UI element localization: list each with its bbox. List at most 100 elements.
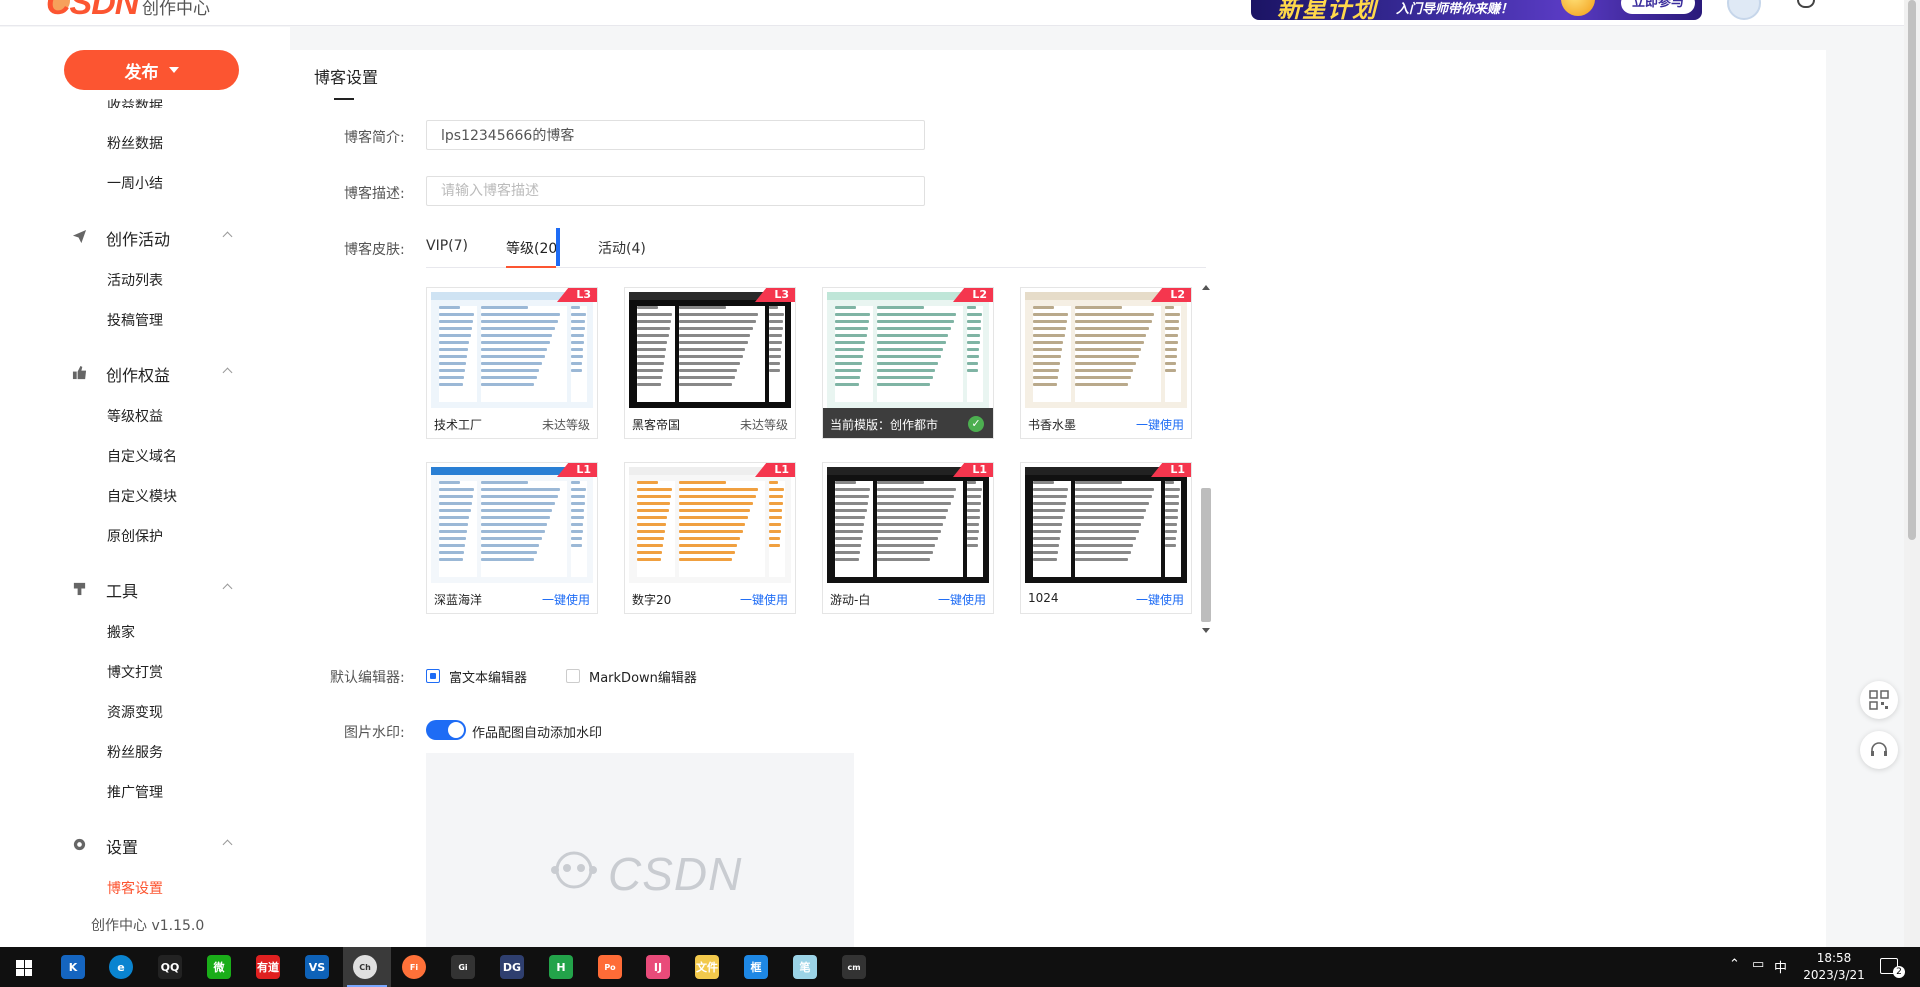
taskbar-app-icon[interactable]: Gi [451, 955, 475, 979]
sidebar-item-weekly[interactable]: 一周小结 [107, 173, 163, 193]
template-card[interactable]: L3 技术工厂 未达等级 [426, 287, 598, 439]
preview-line [877, 537, 939, 540]
sidebar-item-activity-list[interactable]: 活动列表 [107, 270, 163, 290]
taskbar-app-icon[interactable]: cm [842, 955, 866, 979]
template-card[interactable]: L1 1024 一键使用 [1020, 462, 1192, 614]
headset-icon[interactable] [1860, 731, 1898, 769]
preview-line [679, 355, 743, 358]
sidebar-item-fan-service[interactable]: 粉丝服务 [107, 742, 163, 762]
scrollbar-thumb[interactable] [1201, 488, 1211, 622]
preview-line [835, 530, 864, 533]
system-clock[interactable]: 18:58 2023/3/21 [1796, 950, 1872, 984]
apply-template-button[interactable]: 一键使用 [1136, 416, 1184, 433]
group-label: 设置 [106, 838, 139, 857]
scroll-down-icon[interactable] [1202, 628, 1210, 633]
blog-intro-input[interactable] [426, 120, 925, 150]
template-card[interactable]: L3 黑客帝国 未达等级 [624, 287, 796, 439]
template-card[interactable]: L1 深蓝海洋 一键使用 [426, 462, 598, 614]
preview-line [637, 369, 663, 372]
bell-icon[interactable] [1797, 0, 1815, 8]
chevron-up-icon[interactable]: ⌃ [1729, 957, 1740, 972]
network-icon[interactable]: ▭ [1752, 957, 1764, 972]
apply-template-button[interactable]: 一键使用 [542, 591, 590, 608]
user-avatar[interactable] [1727, 0, 1761, 20]
apply-template-button[interactable]: 一键使用 [740, 591, 788, 608]
preview-line [967, 320, 982, 323]
preview-line [481, 306, 529, 309]
editor-option-rich[interactable]: 富文本编辑器 [426, 666, 527, 686]
sidebar-group-settings[interactable]: 设置 [72, 834, 242, 857]
sidebar-item-tips[interactable]: 博文打赏 [107, 662, 163, 682]
preview-line [571, 334, 585, 337]
publish-button[interactable]: 发布 [64, 50, 239, 90]
template-scrollbar[interactable] [1199, 282, 1213, 636]
promo-banner[interactable]: 新星计划 入门导师带你来赚！ 立即参与 [1251, 0, 1702, 20]
taskbar-app-icon[interactable]: IJ [646, 955, 670, 979]
apply-template-button[interactable]: 一键使用 [938, 591, 986, 608]
sidebar-item-fans-data[interactable]: 粉丝数据 [107, 133, 163, 153]
tool-icon [73, 582, 86, 596]
sidebar-item-submissions[interactable]: 投稿管理 [107, 310, 163, 330]
preview-line [1165, 369, 1176, 372]
windows-taskbar: Ke QQ 微 有道 VS Ch Fi Gi DG H Po IJ 文件 框 笔 cm ⌃ ▭ 中 18:58… [0, 947, 1920, 987]
taskbar-app-icon[interactable]: K [61, 955, 85, 979]
template-preview [827, 467, 989, 583]
sidebar-item-blog-settings[interactable]: 博客设置 [107, 878, 163, 898]
taskbar-app-icon[interactable]: e [109, 955, 133, 979]
tab-activity[interactable]: 活动(4) [598, 238, 646, 258]
tab-level[interactable]: 等级(20) [506, 238, 556, 258]
editor-option-markdown[interactable]: MarkDown编辑器 [566, 666, 697, 686]
taskbar-app-icon[interactable]: DG [500, 955, 524, 979]
apply-template-button[interactable]: 一键使用 [1136, 591, 1184, 608]
scroll-up-icon[interactable] [1202, 285, 1210, 290]
taskbar-app-icon[interactable]: Fi [402, 955, 426, 979]
template-card[interactable]: L2 书香水墨 一键使用 [1020, 287, 1192, 439]
sidebar-item-custom-module[interactable]: 自定义模块 [107, 486, 177, 506]
sidebar-group-activities[interactable]: 创作活动 [72, 226, 242, 249]
sidebar-item-promotion[interactable]: 推广管理 [107, 782, 163, 802]
template-card[interactable]: L1 游动-白 一键使用 [822, 462, 994, 614]
sidebar-item-original-protect[interactable]: 原创保护 [107, 526, 163, 546]
csdn-logo[interactable]: CSDN [46, 0, 139, 23]
preview-line [679, 383, 733, 386]
banner-join-button[interactable]: 立即参与 [1621, 0, 1695, 14]
preview-line [481, 523, 548, 526]
taskbar-app-icon[interactable]: QQ [158, 955, 182, 979]
sidebar-group-tools[interactable]: 工具 [72, 578, 242, 601]
taskbar-app-icon[interactable]: 框 [744, 955, 768, 979]
qr-code-icon[interactable] [1860, 681, 1898, 719]
preview-line [679, 558, 733, 561]
blog-desc-input[interactable] [426, 176, 925, 206]
preview-line [571, 481, 580, 484]
taskbar-app-icon[interactable]: 微 [207, 955, 231, 979]
taskbar-app-icon[interactable]: 文件 [695, 955, 719, 979]
taskbar-app-icon[interactable]: VS [305, 955, 329, 979]
sidebar-item-monetize[interactable]: 资源变现 [107, 702, 163, 722]
taskbar-app-icon[interactable]: Po [598, 955, 622, 979]
sidebar-group-rights[interactable]: 创作权益 [72, 362, 242, 385]
taskbar-app-icon[interactable]: 有道 [256, 955, 280, 979]
taskbar-app-icon[interactable]: 笔 [793, 955, 817, 979]
sidebar-item-level-rights[interactable]: 等级权益 [107, 406, 163, 426]
template-card[interactable]: L1 数字20 一键使用 [624, 462, 796, 614]
watermark-toggle[interactable] [426, 720, 466, 740]
preview-column [481, 306, 567, 402]
preview-line [1033, 516, 1064, 519]
taskbar-app-icon[interactable]: Ch [353, 955, 377, 979]
preview-column [877, 306, 963, 402]
template-card[interactable]: L2 当前模版：创作都市 ✓ [822, 287, 994, 439]
preview-line [679, 488, 759, 491]
page-scrollbar-thumb[interactable] [1908, 0, 1916, 540]
sidebar-item-custom-domain[interactable]: 自定义域名 [107, 446, 177, 466]
tab-vip[interactable]: VIP(7) [426, 238, 468, 254]
sidebar-item-move[interactable]: 搬家 [107, 622, 135, 642]
taskbar-app-icon[interactable]: H [549, 955, 573, 979]
preview-line [1033, 376, 1058, 379]
sidebar-item-earnings[interactable]: 收益数据 [107, 96, 163, 108]
windows-start-icon[interactable] [16, 960, 32, 976]
preview-line [637, 481, 658, 484]
page-scrollbar[interactable] [1904, 0, 1920, 947]
preview-line [967, 523, 980, 526]
ime-indicator[interactable]: 中 [1774, 957, 1787, 976]
preview-column [967, 481, 983, 577]
